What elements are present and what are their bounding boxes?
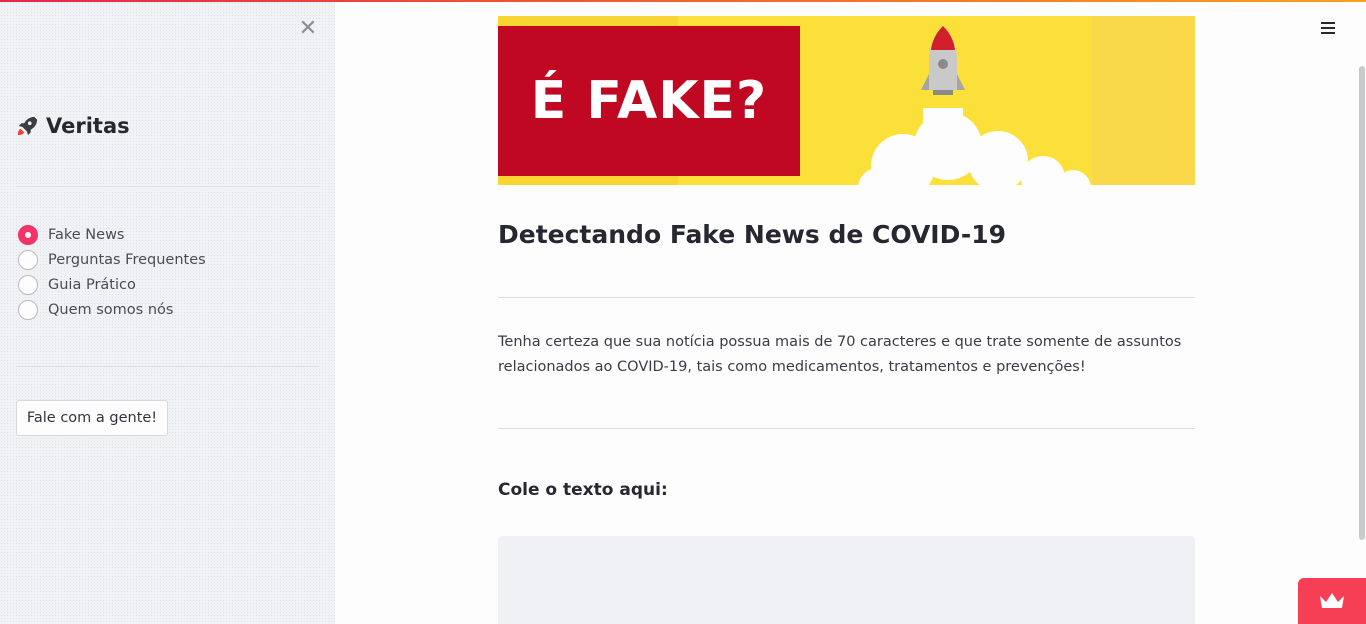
main-content: É FAKE? Detectando Fake News de COVID-19… — [335, 2, 1366, 624]
radio-button[interactable] — [18, 274, 38, 295]
hamburger-menu-icon[interactable] — [1319, 20, 1337, 38]
streamlit-badge[interactable] — [1298, 578, 1366, 624]
radio-button[interactable] — [18, 299, 38, 320]
rocket-icon — [921, 26, 965, 95]
radio-button-selected[interactable] — [18, 224, 38, 245]
close-icon[interactable]: ✕ — [298, 18, 318, 40]
contact-button[interactable]: Fale com a gente! — [16, 400, 168, 436]
text-input-label: Cole o texto aqui: — [498, 480, 668, 500]
hero-banner: É FAKE? — [498, 16, 1195, 185]
sidebar: ✕ Veritas Fake News Perguntas Frequentes… — [0, 2, 335, 624]
content-divider — [498, 428, 1195, 429]
scrollbar[interactable] — [1359, 66, 1365, 540]
content-divider — [498, 297, 1195, 298]
nav-option-label: Perguntas Frequentes — [48, 251, 206, 268]
news-text-input[interactable] — [498, 536, 1195, 624]
rocket-icon — [17, 116, 38, 136]
nav-option-fake-news[interactable]: Fake News — [18, 222, 206, 247]
page-title: Detectando Fake News de COVID-19 — [498, 220, 1006, 249]
radio-button[interactable] — [18, 249, 38, 270]
nav-option-guia-pratico[interactable]: Guia Prático — [18, 272, 206, 297]
app-title: Veritas — [46, 114, 130, 138]
crown-icon — [1320, 593, 1344, 608]
sidebar-divider — [16, 366, 319, 367]
nav-option-label: Guia Prático — [48, 276, 136, 293]
nav-radio-group: Fake News Perguntas Frequentes Guia Prát… — [18, 222, 206, 322]
nav-option-perguntas-frequentes[interactable]: Perguntas Frequentes — [18, 247, 206, 272]
description-text: Tenha certeza que sua notícia possua mai… — [498, 334, 1182, 375]
nav-option-label: Quem somos nós — [48, 301, 174, 318]
nav-option-label: Fake News — [48, 226, 125, 243]
nav-option-quem-somos-nos[interactable]: Quem somos nós — [18, 297, 206, 322]
sidebar-brand: Veritas — [16, 114, 130, 138]
rocket-launch-illustration — [858, 26, 1091, 185]
sidebar-divider — [16, 186, 319, 187]
